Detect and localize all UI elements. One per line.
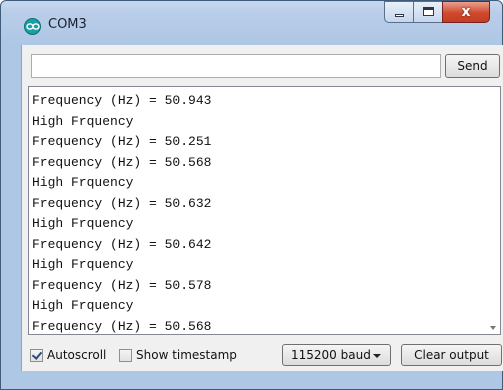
output-line: Frequency (Hz) = 50.632 (32, 195, 212, 211)
output-line: Frequency (Hz) = 50.251 (32, 134, 212, 149)
baud-rate-select[interactable]: 115200 baud (282, 344, 391, 366)
output-line: Frequency (Hz) = 50.568 (32, 154, 212, 170)
timestamp-checkbox[interactable] (119, 348, 132, 362)
serial-output[interactable]: Frequency (Hz) = 50.943 High Frquency Freq… (28, 86, 501, 335)
timestamp-label: Show timestamp (136, 348, 237, 362)
autoscroll-label: Autoscroll (47, 348, 107, 362)
maximize-icon (423, 7, 434, 16)
arduino-icon (24, 18, 41, 35)
output-line: High Frquency (32, 298, 134, 313)
minimize-icon (395, 14, 404, 17)
output-lines: Frequency (Hz) = 50.943 High Frquency Freq… (32, 91, 484, 334)
clear-output-button[interactable]: Clear output (401, 344, 502, 366)
send-input[interactable] (31, 54, 441, 78)
output-line: High Frquency (32, 113, 134, 129)
monitor-body: Send Frequency (Hz) = 50.943 High Frquenc… (21, 45, 503, 371)
close-icon: x (461, 4, 471, 20)
scroll-down-arrow-icon[interactable] (490, 326, 496, 330)
footer-bar: Autoscroll Show timestamp 115200 baud Cl… (22, 342, 503, 368)
send-button[interactable]: Send (445, 54, 500, 78)
window-title: COM3 (48, 17, 87, 32)
output-line: High Frquency (32, 175, 134, 190)
title-bar[interactable]: COM3 x (1, 1, 502, 45)
maximize-button[interactable] (413, 1, 443, 23)
output-line: Frequency (Hz) = 50.943 (32, 93, 212, 108)
close-button[interactable]: x (442, 1, 490, 23)
timestamp-option[interactable]: Show timestamp (119, 348, 237, 362)
chevron-down-icon (373, 354, 381, 358)
minimize-button[interactable] (384, 1, 414, 23)
output-line: High Frquency (32, 216, 134, 231)
autoscroll-checkbox[interactable] (30, 348, 43, 362)
baud-rate-value: 115200 baud (291, 348, 371, 362)
output-line: Frequency (Hz) = 50.642 (32, 236, 212, 252)
output-line: Frequency (Hz) = 50.578 (32, 277, 212, 293)
serial-monitor-window: COM3 x Send Frequency (Hz) = 50.943 High … (0, 0, 503, 390)
window-controls: x (384, 1, 490, 25)
vertical-scrollbar[interactable] (485, 87, 500, 334)
output-line: High Frquency (32, 257, 134, 272)
output-line: Frequency (Hz) = 50.568 (32, 318, 212, 334)
autoscroll-option[interactable]: Autoscroll (30, 348, 106, 362)
